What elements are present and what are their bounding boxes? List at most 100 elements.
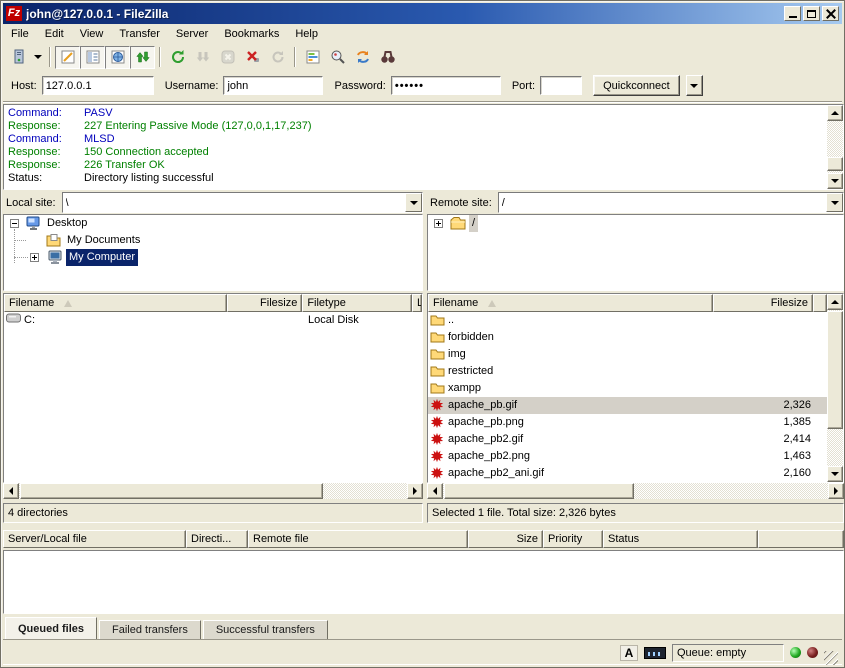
port-input[interactable] — [540, 76, 582, 95]
column-header-remote-file[interactable]: Remote file — [248, 530, 468, 548]
toggle-message-log-button[interactable] — [55, 46, 80, 69]
close-button[interactable] — [822, 6, 839, 21]
queue-list-body — [3, 550, 844, 614]
column-header-filename[interactable]: Filename — [4, 294, 227, 312]
arrow-left-icon — [9, 487, 13, 495]
column-header-filetype[interactable]: Filetype — [302, 294, 412, 312]
file-row-selected[interactable]: apache_pb.gif 2,326 — [428, 397, 827, 414]
tab-queued-files[interactable]: Queued files — [5, 617, 97, 639]
tree-item-my-documents[interactable]: My Documents — [4, 232, 422, 249]
scroll-up-button[interactable] — [827, 105, 843, 121]
column-header-direction[interactable]: Directi... — [186, 530, 248, 548]
message-log-lines: Command:PASV Response:227 Entering Passi… — [5, 106, 826, 188]
toggle-local-tree-button[interactable] — [80, 46, 105, 69]
menu-server[interactable]: Server — [168, 26, 216, 42]
remote-site-row: Remote site: — [427, 192, 844, 213]
scroll-left-button[interactable] — [3, 483, 19, 499]
remote-vertical-scrollbar[interactable] — [827, 294, 843, 482]
expand-icon[interactable] — [434, 219, 443, 228]
file-row[interactable]: apache_pb.png 1,385 — [428, 414, 827, 431]
remote-file-list: Filename Filesize .. forbidden img — [427, 293, 844, 483]
collapse-icon[interactable] — [10, 219, 19, 228]
scrollbar-thumb[interactable] — [827, 157, 843, 171]
compare-directories-button[interactable] — [325, 46, 350, 69]
tree-item-desktop[interactable]: Desktop — [4, 215, 422, 232]
folder-row-parent[interactable]: .. — [428, 312, 827, 329]
file-row-c-drive[interactable]: C: Local Disk — [4, 312, 422, 329]
site-manager-button[interactable] — [6, 46, 31, 69]
find-files-button[interactable] — [375, 46, 400, 69]
tab-failed-transfers[interactable]: Failed transfers — [99, 620, 201, 639]
menu-bookmarks[interactable]: Bookmarks — [216, 26, 287, 42]
local-horizontal-scrollbar[interactable] — [3, 483, 423, 499]
scrollbar-thumb[interactable] — [827, 311, 843, 429]
scroll-down-button[interactable] — [827, 466, 843, 482]
column-header-server-local-file[interactable]: Server/Local file — [3, 530, 186, 548]
synchronized-browsing-button[interactable] — [350, 46, 375, 69]
expand-icon[interactable] — [30, 253, 39, 262]
menu-file[interactable]: File — [3, 26, 37, 42]
quickconnect-dropdown-button[interactable] — [686, 75, 703, 96]
local-site-combobox[interactable] — [62, 192, 423, 213]
titlebar[interactable]: Fz john@127.0.0.1 - FileZilla — [3, 3, 842, 24]
column-header-filesize[interactable]: Filesize — [227, 294, 302, 312]
reconnect-button[interactable] — [265, 46, 290, 69]
menu-view[interactable]: View — [72, 26, 112, 42]
resize-grip[interactable] — [824, 651, 838, 665]
scrollbar-thumb[interactable] — [444, 483, 634, 499]
maximize-button[interactable] — [803, 6, 820, 21]
password-input[interactable] — [391, 76, 501, 95]
tree-item-my-computer[interactable]: My Computer — [4, 249, 422, 266]
remote-site-input[interactable] — [499, 193, 826, 212]
remote-site-dropdown-button[interactable] — [826, 193, 843, 212]
column-header-filename[interactable]: Filename — [428, 294, 713, 312]
cancel-operation-button[interactable] — [215, 46, 240, 69]
remote-site-combobox[interactable] — [498, 192, 844, 213]
transfer-type-icon[interactable]: A — [620, 645, 638, 661]
column-header-size[interactable]: Size — [468, 530, 543, 548]
scroll-right-button[interactable] — [407, 483, 423, 499]
scroll-left-button[interactable] — [427, 483, 443, 499]
folder-row-restricted[interactable]: restricted — [428, 363, 827, 380]
menu-transfer[interactable]: Transfer — [111, 26, 168, 42]
scroll-up-button[interactable] — [827, 294, 843, 310]
toggle-transfer-queue-button[interactable] — [130, 46, 155, 69]
remote-horizontal-scrollbar[interactable] — [427, 483, 844, 499]
refresh-button[interactable] — [165, 46, 190, 69]
column-header-filesize[interactable]: Filesize — [713, 294, 813, 312]
menu-help[interactable]: Help — [287, 26, 326, 42]
folder-row-xampp[interactable]: xampp — [428, 380, 827, 397]
disconnect-button[interactable] — [240, 46, 265, 69]
tab-successful-transfers[interactable]: Successful transfers — [203, 620, 328, 639]
local-site-input[interactable] — [63, 193, 405, 212]
site-manager-dropdown-button[interactable] — [31, 46, 45, 69]
file-row[interactable]: apache_pb2.png 1,463 — [428, 448, 827, 465]
file-row[interactable]: apache_pb2.gif 2,414 — [428, 431, 827, 448]
folder-icon — [430, 381, 445, 394]
column-header-lastmodified[interactable]: L — [412, 294, 422, 312]
folder-row-img[interactable]: img — [428, 346, 827, 363]
column-header-priority[interactable]: Priority — [543, 530, 603, 548]
local-site-dropdown-button[interactable] — [405, 193, 422, 212]
log-vertical-scrollbar[interactable] — [827, 105, 843, 189]
tree-item-root[interactable]: / — [428, 215, 843, 232]
arrow-up-icon — [831, 300, 839, 304]
username-input[interactable] — [223, 76, 323, 95]
process-queue-button[interactable] — [190, 46, 215, 69]
file-row[interactable]: apache_pb2_ani.gif 2,160 — [428, 465, 827, 482]
toggle-remote-tree-button[interactable] — [105, 46, 130, 69]
quickconnect-button[interactable]: Quickconnect — [593, 75, 680, 96]
minimize-button[interactable] — [784, 6, 801, 21]
local-status-text: 4 directories — [3, 503, 423, 523]
speed-limits-icon[interactable] — [644, 647, 666, 659]
folder-icon — [430, 364, 445, 377]
menu-edit[interactable]: Edit — [37, 26, 72, 42]
host-input[interactable] — [42, 76, 154, 95]
scroll-right-button[interactable] — [828, 483, 844, 499]
scrollbar-thumb[interactable] — [20, 483, 323, 499]
toolbar-separator — [49, 47, 51, 67]
directory-filters-button[interactable] — [300, 46, 325, 69]
scroll-down-button[interactable] — [827, 173, 843, 189]
column-header-status[interactable]: Status — [603, 530, 758, 548]
folder-row-forbidden[interactable]: forbidden — [428, 329, 827, 346]
